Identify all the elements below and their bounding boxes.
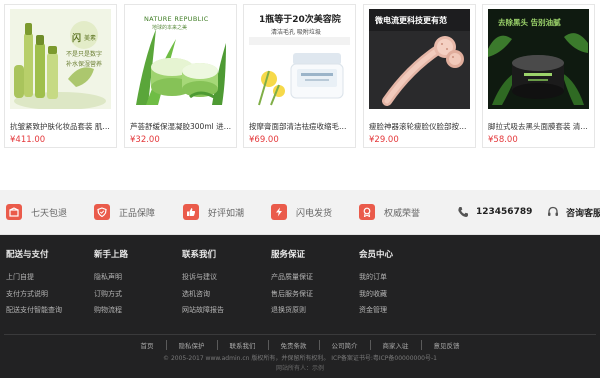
footer-column-title: 新手上路 xyxy=(94,250,129,260)
footer-divider xyxy=(4,334,596,335)
footer-link[interactable]: 网站故障报告 xyxy=(182,305,262,315)
product-name[interactable]: 芦荟舒缓保湿凝胶300ml 进口... xyxy=(130,121,232,132)
service-label: 七天包退 xyxy=(31,208,68,219)
footer-link[interactable]: 订购方式 xyxy=(94,289,174,299)
footer-link[interactable]: 投诉与建议 xyxy=(182,272,262,282)
product-name[interactable]: 抗皱紧致护肤化妆品套装 肌初... xyxy=(10,121,112,132)
hotline-number: 123456789 xyxy=(476,207,533,217)
footer-link[interactable]: 产品质量保证 xyxy=(271,272,351,282)
lightning-icon xyxy=(271,204,287,220)
page: 闪 美素 不是只是数字 补水保湿营养 抗皱紧致护肤化妆品套装 肌初... ¥41… xyxy=(0,0,600,378)
image-text: NATURE REPUBLIC xyxy=(144,15,209,23)
footer-link[interactable]: 配送支付智能查询 xyxy=(6,305,86,315)
footer-link[interactable]: 选机咨询 xyxy=(182,289,262,299)
footer-link[interactable]: 上门自提 xyxy=(6,272,86,282)
image-text: 不是只是数字 xyxy=(66,51,103,58)
product-card[interactable]: 微电流更科技更有范 瘦脸神器滚轮瘦脸仪脸部按摩器... ¥29.00 xyxy=(363,4,476,148)
hotline[interactable]: 123456789 xyxy=(456,202,532,222)
customer-service-label: 咨询客服 xyxy=(566,208,600,219)
service-authentic-guarantee[interactable]: 正品保障 xyxy=(94,202,155,222)
phone-icon xyxy=(456,205,470,219)
thumbs-up-icon xyxy=(183,204,199,220)
image-text: 微电流更科技更有范 xyxy=(375,16,447,25)
site-owner-text: 网站所有人：示例 xyxy=(275,365,324,372)
image-text: 美素 xyxy=(84,35,97,42)
footer-column-delivery: 配送与支付 上门自提 支付方式说明 配送支付智能查询 xyxy=(6,248,86,322)
product-list: 闪 美素 不是只是数字 补水保湿营养 抗皱紧致护肤化妆品套装 肌初... ¥41… xyxy=(0,0,600,190)
product-price: ¥29.00 xyxy=(369,135,399,145)
product-price: ¥411.00 xyxy=(10,135,46,145)
footer-column-title: 服务保证 xyxy=(271,250,306,260)
product-card[interactable]: 去除黑头 告别油腻 脚拉式吸去黑头面膜套装 清洁... ¥58.00 xyxy=(482,4,595,148)
footer-column-service: 服务保证 产品质量保证 售后服务保证 退换货原则 xyxy=(271,248,351,322)
image-text: 补水保湿营养 xyxy=(66,61,103,68)
footer-link[interactable]: 我的收藏 xyxy=(359,289,439,299)
service-authority-honor[interactable]: 权威荣誉 xyxy=(359,202,420,222)
footer-nav-link[interactable]: 隐私保护 xyxy=(167,340,218,350)
product-image[interactable]: 1瓶等于20次美容院 清洁毛孔 吸附垃圾 xyxy=(249,9,350,109)
service-label: 权威荣誉 xyxy=(384,208,421,219)
footer-link[interactable]: 售后服务保证 xyxy=(271,289,351,299)
service-good-reviews[interactable]: 好评如潮 xyxy=(183,202,244,222)
product-price: ¥69.00 xyxy=(249,135,279,145)
product-image[interactable]: NATURE REPUBLIC 地球的本来之美 xyxy=(130,9,231,109)
image-text: 清洁毛孔 吸附垃圾 xyxy=(271,29,321,36)
footer-nav-link[interactable]: 联系我们 xyxy=(218,340,269,350)
service-seven-day-return[interactable]: 七天包退 xyxy=(6,202,67,222)
product-image[interactable]: 闪 美素 不是只是数字 补水保湿营养 xyxy=(10,9,111,109)
footer-nav-link[interactable]: 公司简介 xyxy=(320,340,371,350)
service-fast-shipping[interactable]: 闪电发货 xyxy=(271,202,332,222)
footer-column-contact: 联系我们 投诉与建议 选机咨询 网站故障报告 xyxy=(182,248,262,322)
footer-link[interactable]: 隐私声明 xyxy=(94,272,174,282)
return-box-icon xyxy=(6,204,22,220)
footer-column-title: 会员中心 xyxy=(359,250,394,260)
medal-icon xyxy=(359,204,375,220)
footer-column-title: 联系我们 xyxy=(182,250,217,260)
headset-icon xyxy=(546,205,560,219)
footer-link[interactable]: 我的订单 xyxy=(359,272,439,282)
footer-nav: 首页 隐私保护 联系我们 免责条款 公司简介 商家入驻 意见反馈 xyxy=(0,340,600,350)
service-label: 好评如潮 xyxy=(208,208,245,219)
image-text: 地球的本来之美 xyxy=(152,25,188,31)
footer-column-newbie: 新手上路 隐私声明 订购方式 购物流程 xyxy=(94,248,174,322)
image-text: 1瓶等于20次美容院 xyxy=(259,15,341,25)
product-price: ¥58.00 xyxy=(488,135,518,145)
footer-nav-link[interactable]: 商家入驻 xyxy=(371,340,422,350)
product-price: ¥32.00 xyxy=(130,135,160,145)
copyright-text: © 2005-2017 www.admin.cn 版权所有，并保留所有权利。 I… xyxy=(163,355,437,362)
product-name[interactable]: 按摩膏面部清洁祛痘收缩毛孔 ... xyxy=(249,121,351,132)
site-footer: 配送与支付 上门自提 支付方式说明 配送支付智能查询 新手上路 隐私声明 订购方… xyxy=(0,235,600,378)
product-image[interactable]: 去除黑头 告别油腻 xyxy=(488,9,589,109)
footer-link[interactable]: 资金管理 xyxy=(359,305,439,315)
footer-link[interactable]: 购物流程 xyxy=(94,305,174,315)
footer-link[interactable]: 退换货原则 xyxy=(271,305,351,315)
customer-service[interactable]: 咨询客服 xyxy=(546,202,600,222)
footer-column-title: 配送与支付 xyxy=(6,250,49,260)
product-card[interactable]: 1瓶等于20次美容院 清洁毛孔 吸附垃圾 按摩膏面部清洁祛痘收缩毛孔 ... ¥… xyxy=(243,4,356,148)
product-image[interactable]: 微电流更科技更有范 xyxy=(369,9,470,109)
footer-nav-link[interactable]: 免责条款 xyxy=(269,340,320,350)
footer-nav-link[interactable]: 意见反馈 xyxy=(422,340,472,350)
service-label: 正品保障 xyxy=(119,208,156,219)
service-label: 闪电发货 xyxy=(296,208,333,219)
footer-nav-link[interactable]: 首页 xyxy=(129,340,167,350)
shield-icon xyxy=(94,204,110,220)
footer-column-member: 会员中心 我的订单 我的收藏 资金管理 xyxy=(359,248,439,322)
product-card[interactable]: 闪 美素 不是只是数字 补水保湿营养 抗皱紧致护肤化妆品套装 肌初... ¥41… xyxy=(4,4,117,148)
image-text: 闪 xyxy=(72,34,82,44)
service-guarantee-bar: 七天包退 正品保障 好评如潮 闪电发货 权威荣誉 123456789 咨询客服 xyxy=(0,190,600,235)
product-name[interactable]: 瘦脸神器滚轮瘦脸仪脸部按摩器... xyxy=(369,121,471,132)
product-name[interactable]: 脚拉式吸去黑头面膜套装 清洁... xyxy=(488,121,590,132)
product-card[interactable]: NATURE REPUBLIC 地球的本来之美 芦荟舒缓保湿凝胶300ml 进口… xyxy=(124,4,237,148)
footer-link[interactable]: 支付方式说明 xyxy=(6,289,86,299)
image-text: 去除黑头 告别油腻 xyxy=(498,18,561,27)
